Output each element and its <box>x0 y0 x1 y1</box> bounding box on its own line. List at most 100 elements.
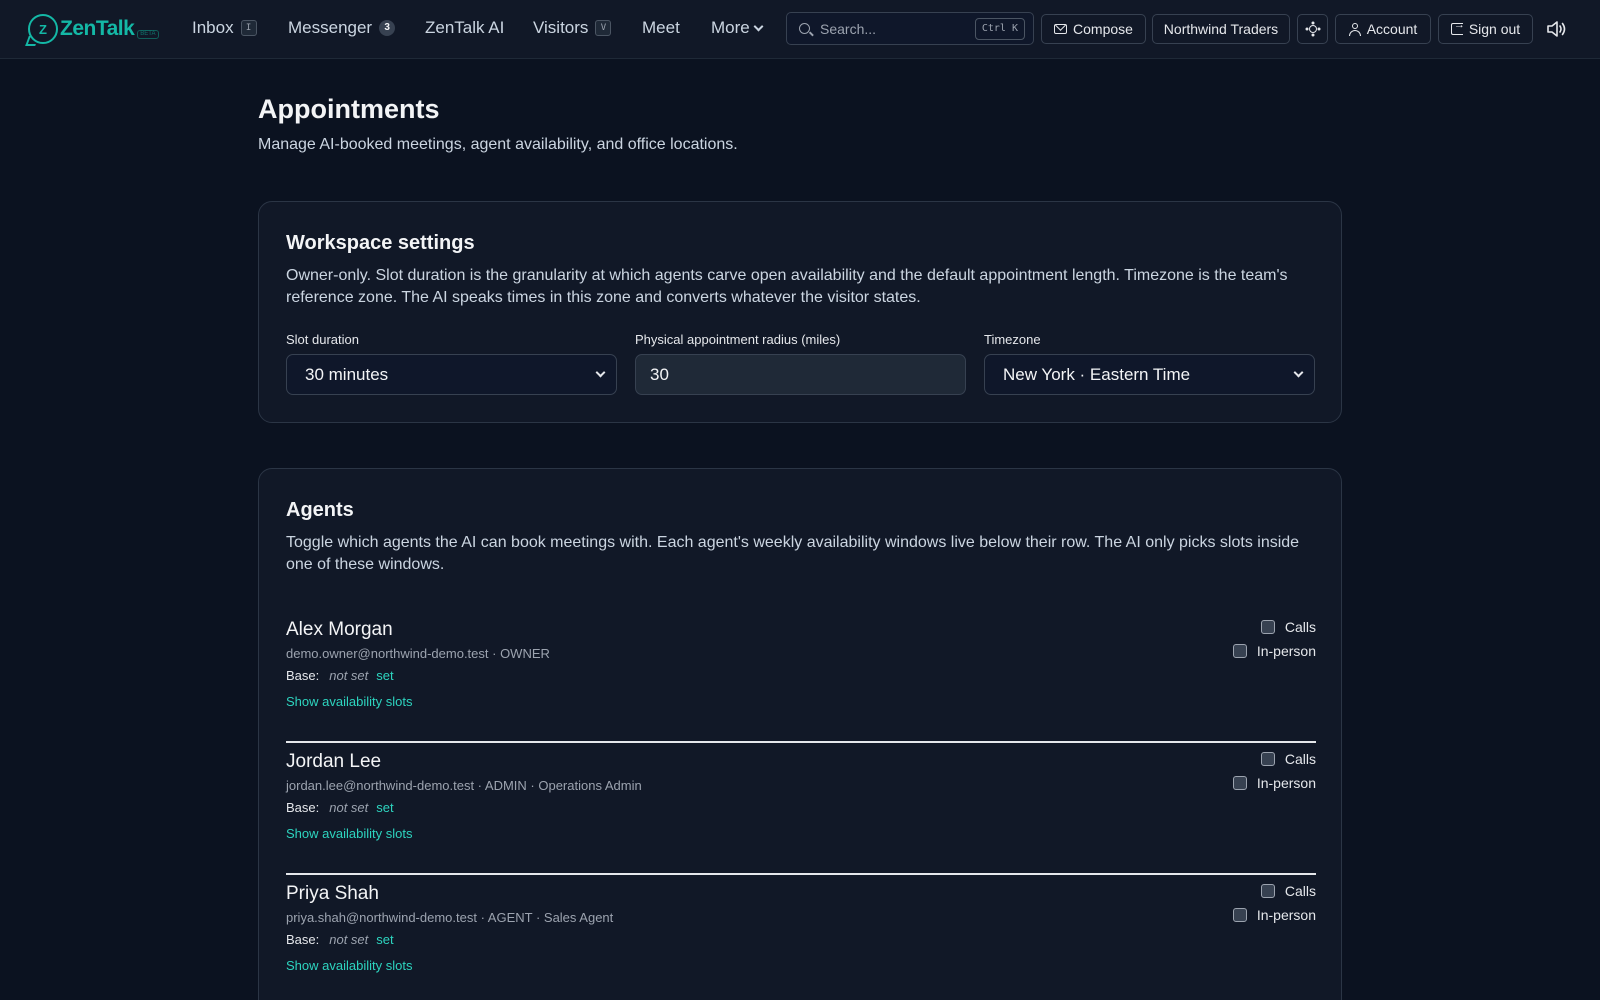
calls-toggle[interactable]: Calls <box>1260 883 1316 899</box>
in-person-toggle[interactable]: In-person <box>1232 775 1316 791</box>
search-input[interactable] <box>820 20 970 37</box>
agent-divider <box>286 741 1316 743</box>
top-navbar: Z ZenTalk BETA Inbox I Messenger 3 ZenTa… <box>0 0 1600 59</box>
agent-meta: demo.owner@northwind-demo.test · OWNER <box>286 646 550 661</box>
agent-base-value: not set <box>329 668 369 683</box>
agent-base-set-link[interactable]: set <box>376 932 393 947</box>
user-icon <box>1348 22 1361 36</box>
show-availability-link[interactable]: Show availability slots <box>286 958 412 973</box>
app-logo[interactable]: Z ZenTalk BETA <box>28 14 159 44</box>
nav-messenger-label: Messenger <box>288 18 373 37</box>
nav-meet[interactable]: Meet <box>642 18 680 38</box>
speaker-icon <box>1547 21 1566 37</box>
workspace-switcher-button[interactable]: Northwind Traders <box>1152 14 1290 44</box>
account-label: Account <box>1366 21 1418 37</box>
sun-icon <box>1308 25 1317 33</box>
show-availability-link[interactable]: Show availability slots <box>286 826 412 841</box>
chevron-down-icon <box>1293 367 1304 378</box>
sign-out-icon <box>1450 19 1465 35</box>
agents-description: Toggle which agents the AI can book meet… <box>286 534 1300 573</box>
compose-label: Compose <box>1073 21 1133 37</box>
nav-more-label: More <box>711 18 750 37</box>
app-badge: BETA <box>137 29 159 39</box>
nav-visitors-shortcut: V <box>595 20 612 36</box>
agent-row: Jordan Lee jordan.lee@northwind-demo.tes… <box>286 751 1316 883</box>
agent-base-set-link[interactable]: set <box>376 800 393 815</box>
agent-name: Jordan Lee <box>286 751 382 772</box>
compose-button[interactable]: Compose <box>1041 14 1146 44</box>
calls-toggle[interactable]: Calls <box>1260 751 1316 767</box>
nav-inbox-shortcut: I <box>240 20 257 36</box>
nav-zentalk-ai-label: ZenTalk AI <box>425 18 505 37</box>
agent-base-set-link[interactable]: set <box>376 668 393 683</box>
calls-checkbox[interactable] <box>1260 620 1275 634</box>
calls-label: Calls <box>1284 751 1316 767</box>
in-person-label: In-person <box>1256 775 1316 791</box>
agent-base: Base: not set set <box>286 668 394 683</box>
sign-out-label: Sign out <box>1468 21 1521 37</box>
timezone-label: Timezone <box>984 332 1041 347</box>
page-subtitle: Manage AI-booked meetings, agent availab… <box>258 136 738 153</box>
timezone-value: New York · Eastern Time <box>1003 364 1191 384</box>
in-person-checkbox[interactable] <box>1232 644 1247 658</box>
in-person-label: In-person <box>1256 907 1316 923</box>
chevron-down-icon <box>595 367 606 378</box>
agent-base: Base: not set set <box>286 932 394 947</box>
slot-duration-label: Slot duration <box>286 332 359 347</box>
page-title: Appointments <box>258 94 440 124</box>
slot-duration-select[interactable]: 30 minutes <box>286 354 617 395</box>
in-person-toggle[interactable]: In-person <box>1232 643 1316 659</box>
radius-value: 30 <box>650 364 669 384</box>
chevron-down-icon <box>753 21 764 31</box>
nav-meet-label: Meet <box>642 18 680 37</box>
show-availability-link[interactable]: Show availability slots <box>286 694 412 709</box>
agent-base-label: Base: <box>286 800 320 815</box>
agent-base-value: not set <box>329 800 369 815</box>
agent-row: Alex Morgan demo.owner@northwind-demo.te… <box>286 619 1316 751</box>
account-button[interactable]: Account <box>1335 14 1431 44</box>
sign-out-button[interactable]: Sign out <box>1438 14 1533 44</box>
agent-divider <box>286 873 1316 875</box>
agent-meta: jordan.lee@northwind-demo.test · ADMIN ·… <box>286 778 642 793</box>
workspace-name: Northwind Traders <box>1163 21 1279 37</box>
timezone-select[interactable]: New York · Eastern Time <box>984 354 1315 395</box>
in-person-checkbox[interactable] <box>1232 908 1247 922</box>
in-person-toggle[interactable]: In-person <box>1232 907 1316 923</box>
nav-more-dropdown[interactable]: More <box>711 18 764 38</box>
agent-name: Alex Morgan <box>286 619 393 640</box>
sound-toggle-button[interactable] <box>1546 19 1568 39</box>
nav-inbox-label: Inbox <box>192 18 234 37</box>
nav-visitors-label: Visitors <box>533 18 589 37</box>
agent-meta: priya.shah@northwind-demo.test · AGENT ·… <box>286 910 614 925</box>
calls-label: Calls <box>1284 619 1316 635</box>
agent-base-label: Base: <box>286 668 320 683</box>
in-person-checkbox[interactable] <box>1232 776 1247 790</box>
radius-input[interactable]: 30 <box>635 354 966 395</box>
nav-messenger-count: 3 <box>379 20 396 36</box>
nav-zentalk-ai[interactable]: ZenTalk AI <box>425 18 504 38</box>
nav-inbox[interactable]: Inbox I <box>192 18 257 38</box>
agent-base-value: not set <box>329 932 369 947</box>
agents-title: Agents <box>286 499 354 521</box>
calls-toggle[interactable]: Calls <box>1260 619 1316 635</box>
workspace-settings-card: Workspace settings Owner-only. Slot dura… <box>258 201 1342 423</box>
workspace-settings-description: Owner-only. Slot duration is the granula… <box>286 267 1288 306</box>
calls-checkbox[interactable] <box>1260 884 1275 898</box>
search-icon <box>799 23 810 34</box>
theme-toggle-button[interactable] <box>1297 14 1328 44</box>
nav-messenger[interactable]: Messenger 3 <box>288 18 396 38</box>
nav-visitors[interactable]: Visitors V <box>533 18 612 38</box>
search-box[interactable]: Ctrl K <box>786 12 1034 45</box>
mail-icon <box>1054 24 1068 34</box>
calls-label: Calls <box>1284 883 1316 899</box>
agent-base: Base: not set set <box>286 800 394 815</box>
logo-chat-icon: Z <box>28 14 58 44</box>
calls-checkbox[interactable] <box>1260 752 1275 766</box>
workspace-settings-title: Workspace settings <box>286 232 475 254</box>
in-person-label: In-person <box>1256 643 1316 659</box>
agent-name: Priya Shah <box>286 883 379 904</box>
search-shortcut-hint: Ctrl K <box>974 18 1025 40</box>
agent-base-label: Base: <box>286 932 320 947</box>
agent-row: Priya Shah priya.shah@northwind-demo.tes… <box>286 883 1316 1000</box>
app-name: ZenTalk <box>60 17 135 40</box>
